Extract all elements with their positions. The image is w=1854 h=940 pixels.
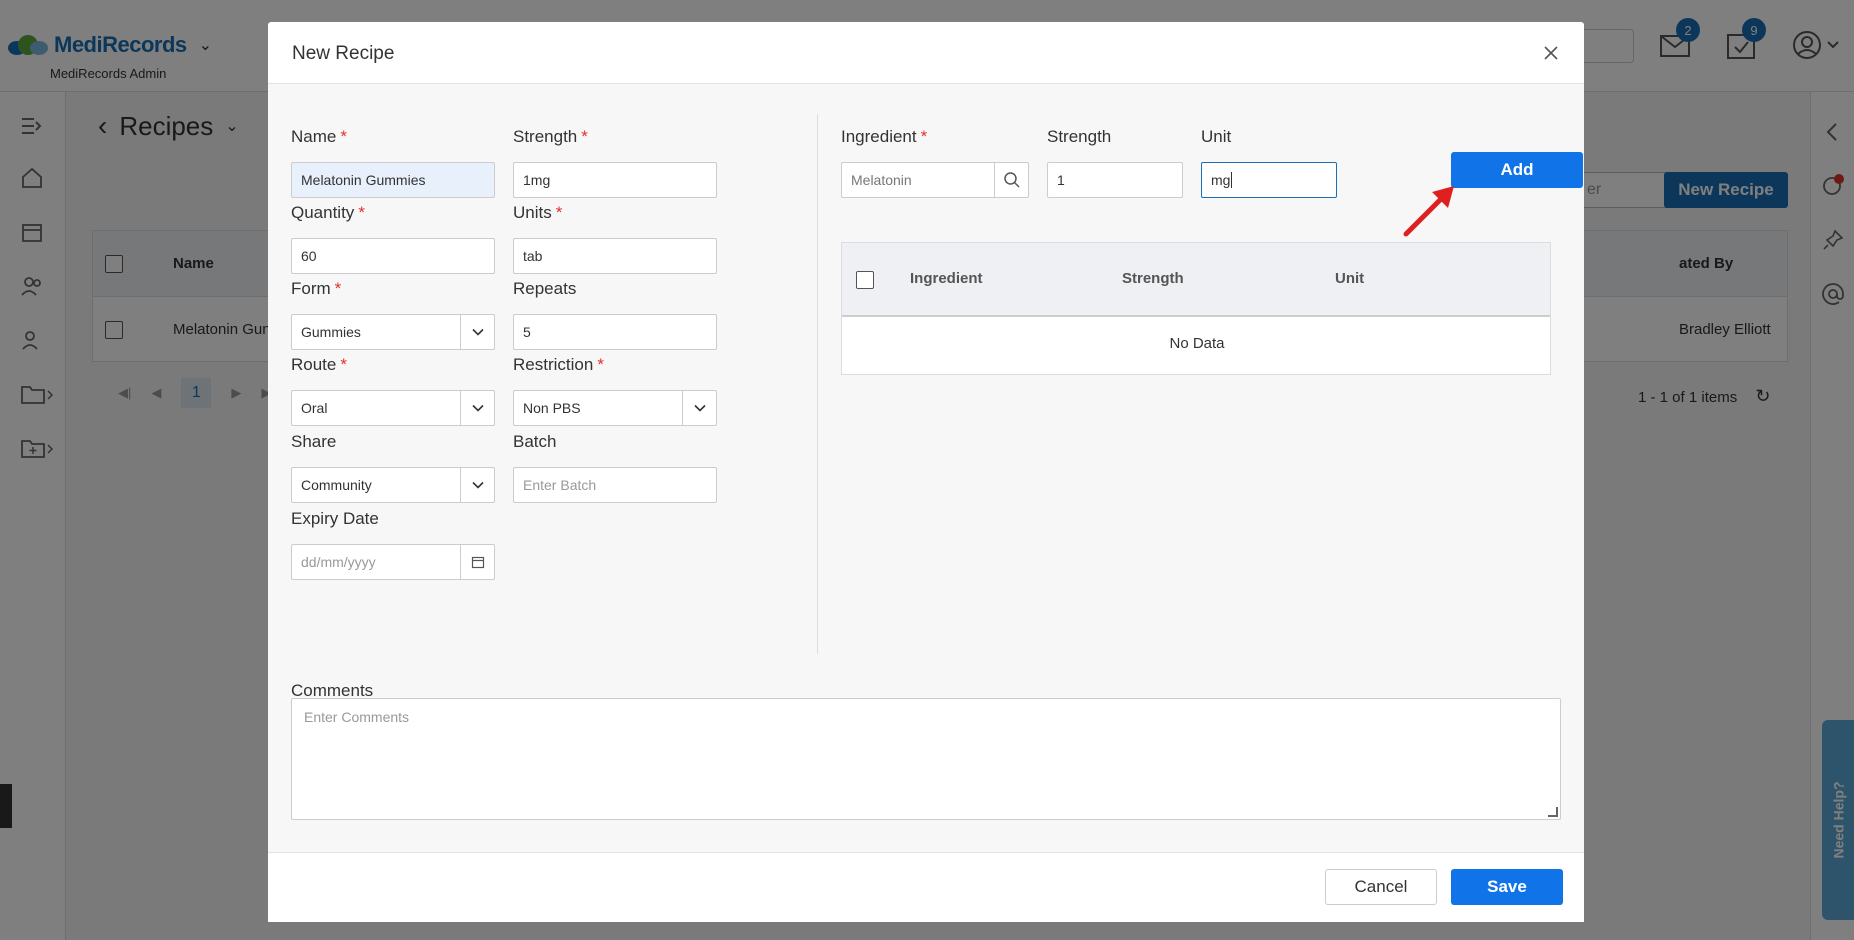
ingredient-strength-field: Strength 1 <box>1047 126 1183 198</box>
save-button[interactable]: Save <box>1451 869 1563 905</box>
ingredients-table-header: Ingredient Strength Unit <box>842 243 1550 317</box>
annotation-arrow-icon <box>1403 186 1454 237</box>
empty-state-text: No Data <box>1169 335 1225 352</box>
quantity-input[interactable]: 60 <box>291 238 495 274</box>
name-label: Name <box>291 127 337 146</box>
dialog-title: New Recipe <box>292 43 395 64</box>
quantity-label: Quantity <box>291 203 355 222</box>
form-select[interactable]: Gummies <box>291 314 495 350</box>
dialog-footer: Cancel Save <box>268 852 1584 922</box>
strength-input[interactable]: 1mg <box>513 162 717 198</box>
route-select[interactable]: Oral <box>291 390 495 426</box>
route-field: Route * Oral <box>291 354 495 426</box>
share-label: Share <box>291 432 337 451</box>
restriction-field: Restriction * Non PBS <box>513 354 717 426</box>
units-input[interactable]: tab <box>513 238 717 274</box>
close-icon[interactable] <box>1540 42 1562 64</box>
comments-textarea[interactable]: Enter Comments <box>291 698 1561 820</box>
restriction-label: Restriction <box>513 355 594 374</box>
units-field: Units * tab <box>513 202 717 274</box>
search-icon[interactable] <box>994 163 1028 197</box>
dialog-header: New Recipe <box>268 22 1584 84</box>
column-header-unit[interactable]: Unit <box>1335 270 1364 287</box>
ingredient-field: Ingredient * Melatonin <box>841 126 1029 198</box>
expiry-date-field: Expiry Date dd/mm/yyyy <box>291 508 495 580</box>
ingredient-search-input[interactable]: Melatonin <box>841 162 1029 198</box>
strength-label: Strength <box>513 127 578 146</box>
repeats-field: Repeats 5 <box>513 278 717 350</box>
repeats-input[interactable]: 5 <box>513 314 717 350</box>
ingredient-label: Ingredient <box>841 127 917 146</box>
ingredients-table: Ingredient Strength Unit No Data <box>841 242 1551 375</box>
ingredient-strength-label: Strength <box>1047 127 1112 146</box>
calendar-icon[interactable] <box>460 545 494 579</box>
share-select[interactable]: Community <box>291 467 495 503</box>
name-input[interactable]: Melatonin Gummies <box>291 162 495 198</box>
chevron-down-icon[interactable] <box>460 391 494 425</box>
chevron-down-icon[interactable] <box>460 468 494 502</box>
new-recipe-dialog: New Recipe Name * Melatonin Gummies Stren… <box>268 22 1584 922</box>
route-label: Route <box>291 355 337 374</box>
form-field: Form * Gummies <box>291 278 495 350</box>
add-ingredient-button[interactable]: Add <box>1451 152 1583 188</box>
select-all-ingredients-checkbox[interactable] <box>856 271 874 289</box>
ingredient-unit-label: Unit <box>1201 127 1232 146</box>
column-header-ingredient[interactable]: Ingredient <box>910 270 983 287</box>
units-label: Units <box>513 203 552 222</box>
batch-input[interactable]: Enter Batch <box>513 467 717 503</box>
resize-handle-icon[interactable] <box>1548 807 1558 817</box>
column-header-strength[interactable]: Strength <box>1122 270 1184 287</box>
batch-label: Batch <box>513 432 557 451</box>
ingredient-strength-input[interactable]: 1 <box>1047 162 1183 198</box>
expiry-date-input[interactable]: dd/mm/yyyy <box>291 544 495 580</box>
chevron-down-icon[interactable] <box>460 315 494 349</box>
repeats-label: Repeats <box>513 279 577 298</box>
expiry-date-label: Expiry Date <box>291 509 379 528</box>
restriction-select[interactable]: Non PBS <box>513 390 717 426</box>
batch-field: Batch Enter Batch <box>513 431 717 503</box>
quantity-field: Quantity * 60 <box>291 202 495 274</box>
name-field: Name * Melatonin Gummies <box>291 126 495 198</box>
ingredient-unit-field: Unit mg <box>1201 126 1337 198</box>
cancel-button[interactable]: Cancel <box>1325 869 1437 905</box>
column-divider <box>817 114 818 654</box>
strength-field: Strength * 1mg <box>513 126 717 198</box>
share-field: Share Community <box>291 431 495 503</box>
chevron-down-icon[interactable] <box>682 391 716 425</box>
ingredient-unit-input[interactable]: mg <box>1201 162 1337 198</box>
form-label: Form <box>291 279 331 298</box>
